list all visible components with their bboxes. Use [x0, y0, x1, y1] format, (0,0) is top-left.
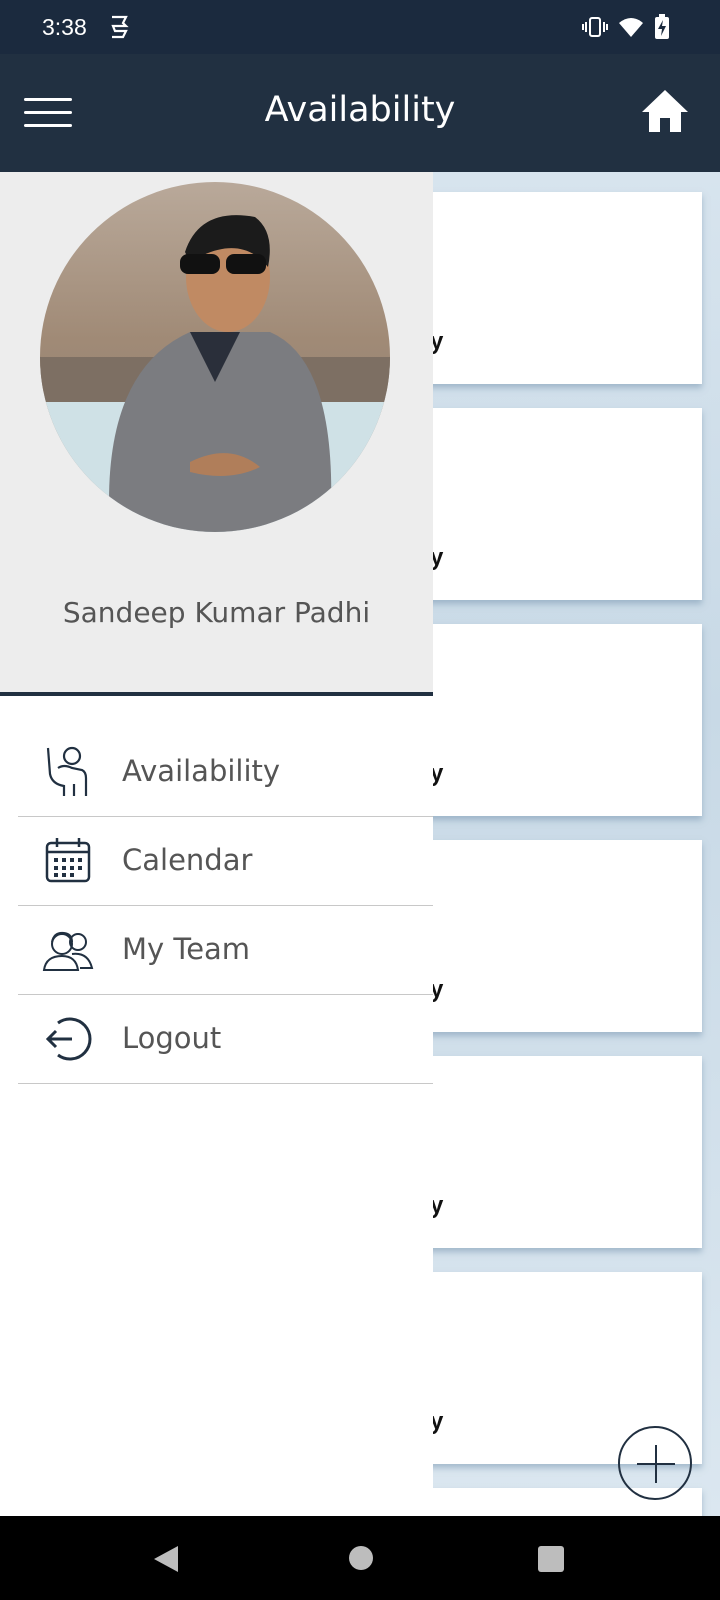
menu-item-label: Availability [122, 754, 281, 788]
page-title: Availability [264, 90, 456, 130]
avatar[interactable] [40, 182, 390, 532]
menu-item-calendar[interactable]: Calendar [18, 817, 433, 906]
drawer-menu: Availability Calendar My Team Logout [18, 728, 433, 1084]
status-bar: 3:38 [0, 0, 720, 54]
home-icon[interactable] [640, 88, 690, 134]
vibrate-icon [582, 15, 608, 39]
app-bar: Availability [0, 54, 720, 172]
notification-icon [108, 14, 130, 40]
menu-item-label: My Team [122, 932, 251, 966]
availability-card[interactable]: y [420, 624, 702, 816]
menu-item-label: Calendar [122, 843, 253, 877]
drawer-header: Sandeep Kumar Padhi [0, 172, 433, 696]
availability-card[interactable]: y [420, 840, 702, 1032]
menu-item-my-team[interactable]: My Team [18, 906, 433, 995]
status-icons [582, 14, 670, 40]
add-button[interactable] [618, 1426, 692, 1500]
recent-apps-icon[interactable] [538, 1546, 564, 1572]
menu-item-label: Logout [122, 1021, 222, 1055]
availability-card[interactable]: y [420, 408, 702, 600]
availability-card[interactable]: y [420, 192, 702, 384]
status-time: 3:38 [42, 14, 87, 40]
home-nav-icon[interactable] [349, 1546, 373, 1570]
profile-name: Sandeep Kumar Padhi [62, 596, 371, 629]
menu-item-availability[interactable]: Availability [18, 728, 433, 817]
wifi-icon [618, 16, 644, 38]
calendar-icon [42, 835, 94, 887]
battery-charging-icon [654, 14, 670, 40]
availability-card[interactable]: y [420, 1056, 702, 1248]
raised-hand-person-icon [42, 746, 94, 798]
system-nav-bar [0, 1516, 720, 1600]
logout-icon [42, 1013, 94, 1065]
back-icon[interactable] [152, 1544, 180, 1574]
navigation-drawer: Sandeep Kumar Padhi Availability Calenda… [0, 172, 433, 1516]
team-icon [42, 924, 94, 976]
menu-item-logout[interactable]: Logout [18, 995, 433, 1084]
